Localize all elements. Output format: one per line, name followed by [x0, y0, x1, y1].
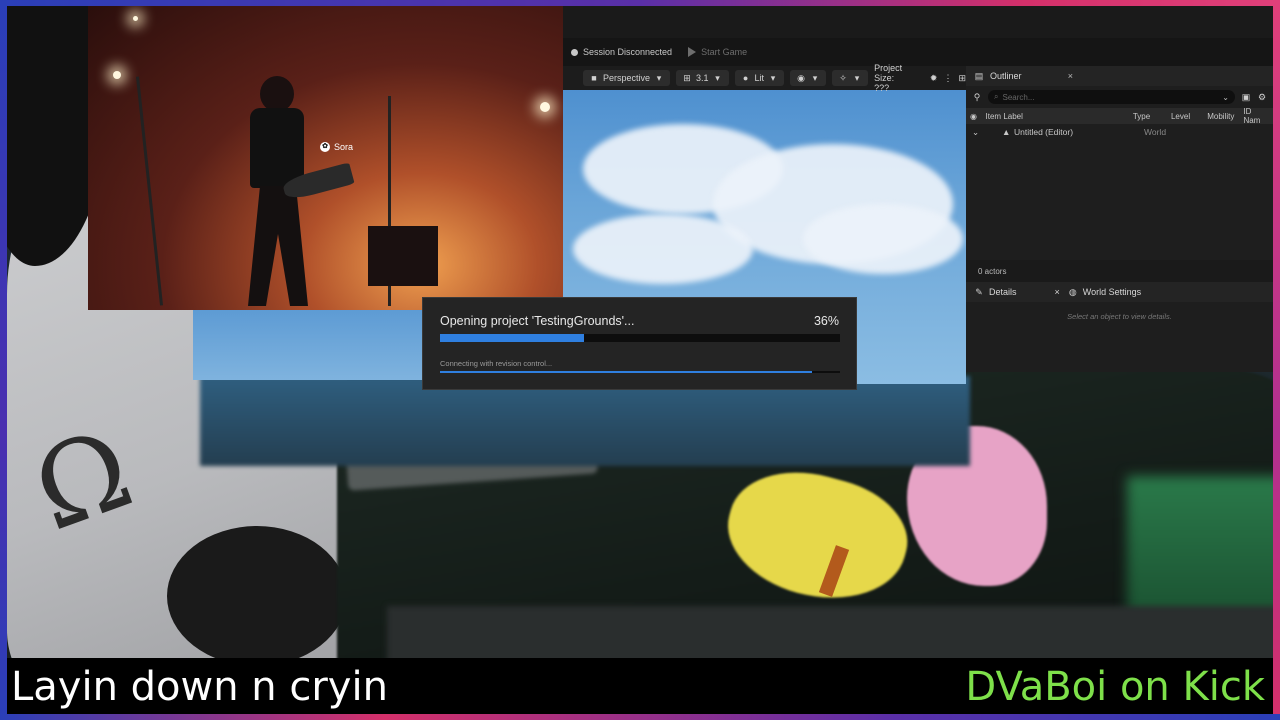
settings-icon[interactable]: ⚙ — [1257, 92, 1267, 102]
eye-icon[interactable]: ◉ — [966, 112, 982, 121]
layout-icon[interactable]: ⊞ — [958, 73, 966, 83]
cloud — [573, 214, 753, 284]
column-type[interactable]: Type — [1129, 112, 1167, 121]
frame-border-left — [0, 0, 7, 720]
outliner-column-header: ◉ Item Label Type Level Mobility ID Nam — [966, 107, 1273, 125]
chevron-down-icon[interactable]: ⌄ — [1222, 93, 1229, 102]
lit-label: Lit — [754, 73, 765, 83]
tab-details[interactable]: ✎ Details — [966, 287, 1025, 297]
lit-button[interactable]: ● Lit ▾ — [734, 70, 785, 86]
frame-border-bottom — [0, 714, 1280, 720]
wand-icon: ✧ — [839, 73, 847, 83]
caption-right: DVaBoi on Kick — [965, 664, 1265, 710]
close-icon[interactable]: × — [1068, 71, 1073, 81]
editor-toolbar: Session Disconnected Start Game — [563, 38, 1273, 66]
chevron-down-icon: ▾ — [715, 73, 720, 83]
column-mobility[interactable]: Mobility — [1203, 112, 1239, 121]
chevron-down-icon: ▾ — [770, 73, 776, 83]
performer-body — [250, 108, 304, 188]
expand-icon[interactable]: ⌄ — [966, 127, 1002, 138]
stage-light — [113, 71, 121, 79]
settings-icon[interactable]: ✹ — [930, 73, 938, 83]
mic-stand — [135, 76, 164, 306]
details-tabs: ✎ Details × ◍ World Settings — [966, 282, 1273, 302]
search-input[interactable]: ⌕ Search... ⌄ — [988, 90, 1235, 104]
folder-icon[interactable]: ▣ — [1241, 92, 1251, 102]
outliner-tab[interactable]: ▤ Outliner × — [966, 66, 1273, 86]
loading-title: Opening project 'TestingGrounds'... — [440, 314, 635, 328]
details-hint: Select an object to view details. — [1067, 312, 1172, 321]
progress-bar — [440, 334, 840, 342]
floor — [387, 606, 1273, 658]
tab-world-settings-label: World Settings — [1082, 287, 1142, 297]
loading-percent: 36% — [813, 314, 839, 328]
filter-icon[interactable]: ⚲ — [972, 92, 982, 102]
frame-border-top — [0, 0, 1280, 6]
subtask-progress-fill — [440, 371, 812, 373]
sora-label: Sora — [334, 142, 354, 152]
subtask-progress-bar — [440, 371, 840, 373]
session-status-label: Session Disconnected — [583, 47, 673, 57]
pillow-shadow — [167, 526, 347, 658]
outliner-search-row: ⚲ ⌕ Search... ⌄ ▣ ⚙ — [966, 86, 1273, 108]
tab-details-label: Details — [989, 287, 1017, 297]
details-panel: ✎ Details × ◍ World Settings Select an o… — [966, 282, 1273, 372]
row-type: World — [1144, 127, 1167, 137]
caption-left: Layin down n cryin — [11, 664, 388, 710]
amplifier — [368, 226, 438, 286]
performer-head — [260, 76, 294, 112]
start-game-label: Start Game — [701, 47, 748, 57]
perspective-button[interactable]: ■ Perspective ▾ — [583, 70, 671, 86]
fov-label: 3.1 — [696, 73, 709, 83]
loading-dialog: Opening project 'TestingGrounds'... 36% … — [422, 297, 857, 390]
sphere-icon: ● — [742, 73, 749, 83]
column-id-name[interactable]: ID Nam — [1239, 107, 1273, 125]
globe-icon: ◍ — [1068, 287, 1077, 297]
more-icon[interactable]: ⋮ — [943, 73, 952, 83]
column-item-label[interactable]: Item Label — [982, 112, 1129, 121]
eye-icon: ◉ — [797, 73, 805, 83]
performer — [238, 76, 355, 306]
outliner-tab-label: Outliner — [990, 71, 1022, 81]
sora-watermark: ✿ Sora — [320, 142, 353, 152]
stage-light — [540, 102, 550, 112]
outliner-icon: ▤ — [974, 71, 984, 81]
project-size-label: Project Size: ??? — [874, 63, 903, 93]
pencil-icon: ✎ — [975, 287, 983, 297]
camera-icon: ■ — [591, 73, 597, 83]
chevron-down-icon: ▾ — [854, 73, 860, 83]
world-icon: ▲ — [1002, 127, 1011, 137]
viewport-toolbar: ■ Perspective ▾ ⊞ 3.1 ▾ ● Lit ▾ ◉ ▾ ✧ ▾ … — [563, 63, 966, 93]
caption-bar: Layin down n cryin DVaBoi on Kick — [7, 658, 1273, 714]
cloud — [803, 204, 963, 274]
tab-world-settings[interactable]: ◍ World Settings — [1060, 287, 1149, 297]
chevron-down-icon: ▾ — [656, 73, 662, 83]
performer-legs — [248, 186, 308, 306]
fov-button[interactable]: ⊞ 3.1 ▾ — [676, 70, 729, 86]
loading-subtask: Connecting with revision control... — [440, 359, 553, 368]
frame-border-right — [1273, 0, 1280, 720]
sora-icon: ✿ — [320, 142, 330, 152]
session-status[interactable]: Session Disconnected — [563, 47, 680, 57]
start-game-button[interactable]: Start Game — [680, 47, 755, 57]
editor-titlebar — [563, 6, 1273, 38]
video-overlay: ✿ Sora — [88, 6, 563, 310]
outliner-panel: ▤ Outliner × ⚲ ⌕ Search... ⌄ ▣ ⚙ ◉ Item … — [966, 66, 1273, 282]
search-placeholder: Search... — [1002, 92, 1035, 102]
perspective-label: Perspective — [603, 73, 651, 83]
search-icon: ⌕ — [994, 92, 999, 101]
table-row[interactable]: ⌄ ▲ Untitled (Editor) World — [966, 124, 1273, 140]
session-icon — [571, 48, 578, 56]
progress-fill — [440, 334, 584, 342]
green-glow — [1127, 476, 1273, 626]
stage-light — [133, 16, 138, 21]
grid-icon: ⊞ — [683, 73, 691, 83]
show-button[interactable]: ◉ ▾ — [790, 70, 827, 86]
scalability-button[interactable]: ✧ ▾ — [832, 70, 869, 86]
chevron-down-icon: ▾ — [812, 73, 818, 83]
column-level[interactable]: Level — [1167, 112, 1203, 121]
play-icon — [688, 47, 697, 57]
actor-count: 0 actors — [966, 260, 1273, 282]
row-label: Untitled (Editor) — [1014, 127, 1074, 137]
